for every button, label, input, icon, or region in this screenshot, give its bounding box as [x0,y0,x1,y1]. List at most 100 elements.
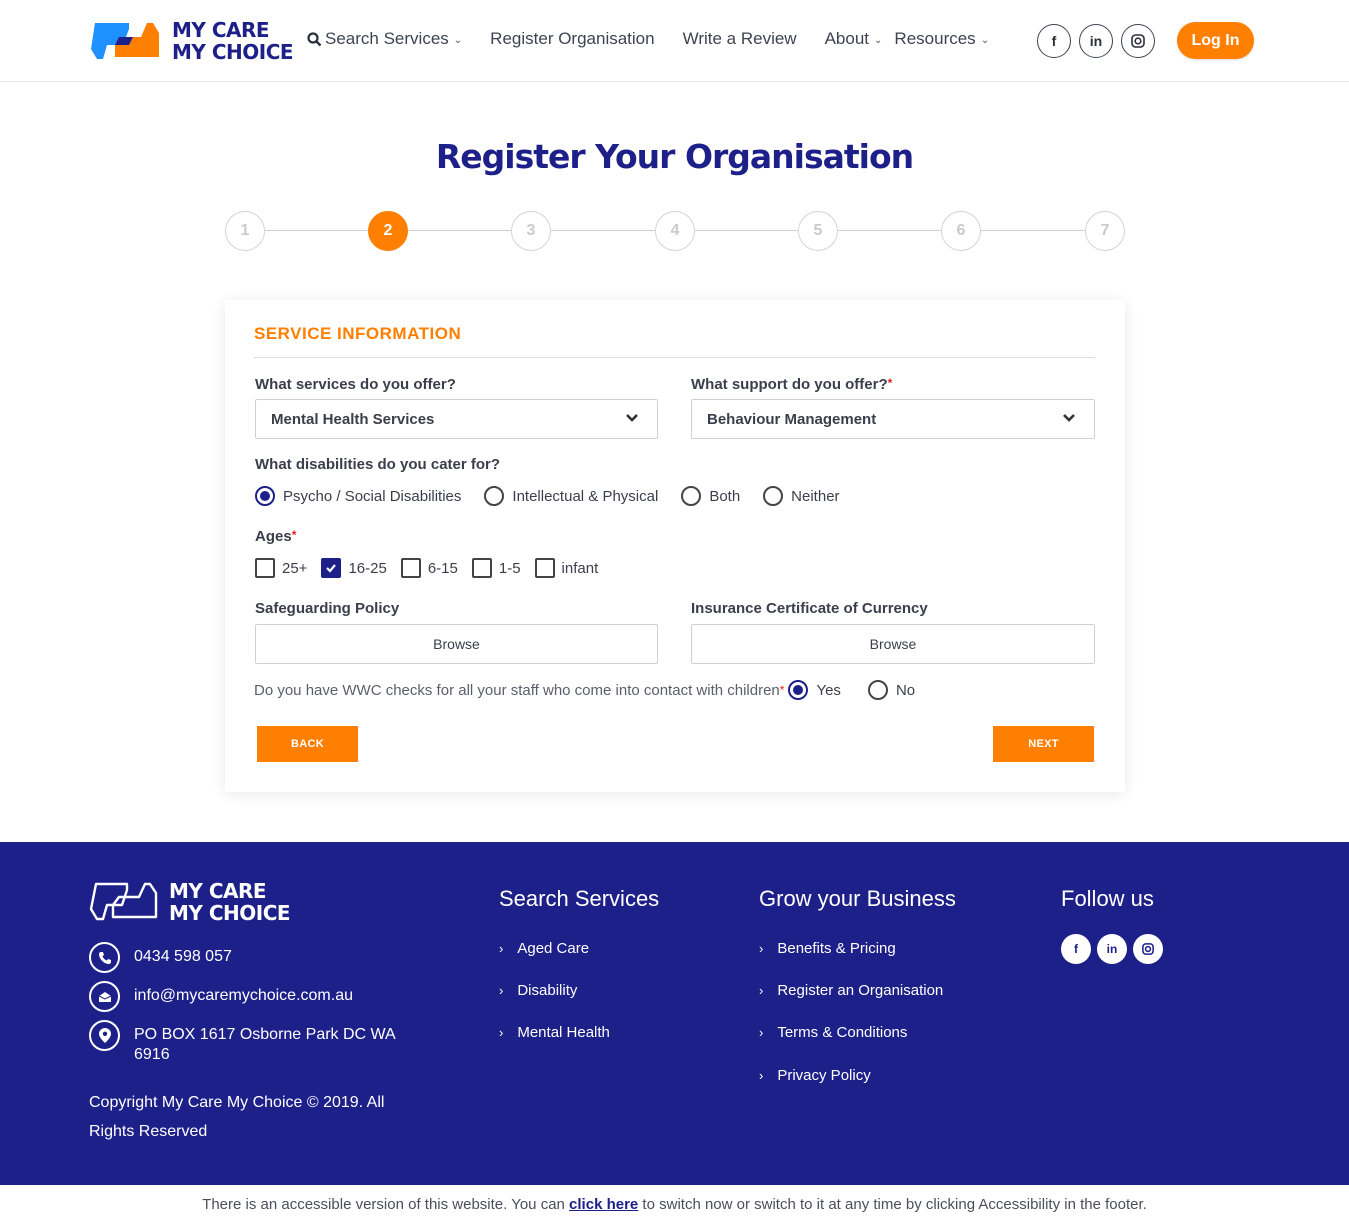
nav-label: About [824,29,870,48]
nav-label: Write a Review [682,29,797,48]
footer-link-benefits-pricing[interactable]: › Benefits & Pricing [759,940,896,957]
support-label: What support do you offer?* [691,376,892,393]
logo-line-2: MY CHOICE [169,901,291,925]
nav-label: Resources [894,29,976,48]
services-label: What services do you offer? [255,376,456,393]
footer-link-privacy[interactable]: › Privacy Policy [759,1067,871,1084]
footer-heading-grow: Grow your Business [759,886,956,911]
radio-neither[interactable]: Neither [763,486,840,506]
radio-intellectual-physical[interactable]: Intellectual & Physical [484,486,658,506]
checkmark-icon [326,564,337,573]
logo-line-2: MY CHOICE [172,40,294,64]
radio-both[interactable]: Both [681,486,740,506]
facebook-icon[interactable]: f [1037,24,1071,58]
footer-logo[interactable]: MY CARE MY CHOICE [89,880,291,925]
nav-label: Register Organisation [490,29,655,48]
footer-link-terms[interactable]: › Terms & Conditions [759,1024,907,1041]
footer-email[interactable]: info@mycaremychoice.com.au [89,981,404,1012]
checkbox-indicator [400,558,421,578]
step-7[interactable]: 7 [1085,211,1125,251]
radio-wwc-yes[interactable]: Yes [788,680,841,700]
chevron-down-icon: ⌄ [453,34,463,46]
footer-address: PO BOX 1617 Osborne Park DC WA 6916 [89,1020,404,1065]
checkbox-25-plus[interactable]: 25+ [255,558,307,578]
instagram-icon[interactable] [1133,934,1163,964]
chevron-right-icon: › [759,983,764,998]
linkedin-icon[interactable]: in [1097,934,1127,964]
services-select[interactable]: Mental Health Services [255,399,658,439]
logo-line-1: MY CARE [172,18,270,42]
insurance-browse-button[interactable]: Browse [691,624,1095,664]
nav-write-review[interactable]: Write a Review [683,29,797,49]
chevron-right-icon: › [499,941,504,956]
step-2-current[interactable]: 2 [368,211,408,251]
radio-wwc-no[interactable]: No [867,680,915,700]
checkbox-label: 16-25 [348,559,387,577]
footer-heading-search: Search Services [499,886,660,911]
facebook-icon[interactable]: f [1061,934,1091,964]
nav-label: Search Services [325,29,449,48]
instagram-icon[interactable] [1121,24,1155,58]
footer-social-links: f in [1061,934,1169,964]
radio-indicator [788,680,809,700]
step-5[interactable]: 5 [798,211,838,251]
checkbox-indicator [471,558,492,578]
checkbox-label: 25+ [282,559,308,577]
safeguarding-browse-button[interactable]: Browse [255,624,658,664]
step-6[interactable]: 6 [941,211,981,251]
nav-register-organisation[interactable]: Register Organisation [490,29,654,49]
location-pin-icon [89,1020,120,1051]
service-information-form: SERVICE INFORMATION What services do you… [225,300,1125,792]
radio-label: Yes [816,681,841,699]
postal-address: PO BOX 1617 Osborne Park DC WA 6916 [134,1026,395,1063]
accessibility-notice: There is an accessible version of this w… [0,1196,1349,1213]
required-asterisk: * [887,376,893,390]
page-title: Register Your Organisation [435,137,914,176]
step-1[interactable]: 1 [225,211,265,251]
required-asterisk: * [779,683,785,697]
login-button[interactable]: Log In [1177,22,1254,59]
chevron-right-icon: › [499,983,504,998]
footer-link-disability[interactable]: › Disability [499,982,577,999]
chevron-down-icon: ⌄ [980,34,990,46]
radio-label: Both [709,487,741,505]
nav-search-services[interactable]: Search Services ⌄ [307,29,462,49]
radio-label: Intellectual & Physical [512,487,659,505]
radio-psycho-social[interactable]: Psycho / Social Disabilities [255,486,461,506]
linkedin-icon[interactable]: in [1079,24,1113,58]
step-3[interactable]: 3 [511,211,551,251]
logo-icon [89,882,158,921]
nav-resources[interactable]: Resources ⌄ [894,29,989,49]
disabilities-label: What disabilities do you cater for? [255,456,501,473]
footer-link-register-organisation[interactable]: › Register an Organisation [759,982,943,999]
instagram-glyph [1142,943,1154,955]
chevron-right-icon: › [759,941,764,956]
footer-link-aged-care[interactable]: › Aged Care [499,940,589,957]
radio-indicator [763,486,784,506]
step-4[interactable]: 4 [655,211,695,251]
checkbox-infant[interactable]: infant [534,558,599,578]
footer-link-mental-health[interactable]: › Mental Health [499,1024,610,1041]
site-footer: MY CARE MY CHOICE 0434 598 057 info@myca… [0,842,1349,1185]
wwc-question: Do you have WWC checks for all your staf… [254,681,780,699]
site-logo[interactable]: MY CARE MY CHOICE [89,18,294,64]
checkbox-label: infant [561,559,599,577]
checkbox-1-5[interactable]: 1-5 [471,558,521,578]
checkbox-6-15[interactable]: 6-15 [400,558,458,578]
footer-phone[interactable]: 0434 598 057 [89,942,404,973]
radio-indicator [484,486,505,506]
back-button[interactable]: BACK [257,726,358,762]
accessibility-text-before: There is an accessible version of this w… [202,1196,570,1213]
support-select[interactable]: Behaviour Management [691,399,1095,439]
phone-number: 0434 598 057 [134,948,232,965]
accessibility-switch-link[interactable]: click here [569,1196,638,1213]
nav-about[interactable]: About ⌄ [825,29,883,49]
checkbox-16-25[interactable]: 16-25 [321,558,387,578]
accessibility-text-after: to switch now or switch to it at any tim… [638,1196,1147,1213]
phone-icon [89,942,120,973]
instagram-glyph [1131,34,1145,48]
next-button[interactable]: NEXT [993,726,1094,762]
radio-label: Neither [791,487,840,505]
progress-stepper: 1 2 3 4 5 6 7 [225,211,1125,251]
ages-checkbox-group: 25+ 16-25 6-15 1-5 infant [255,558,612,578]
